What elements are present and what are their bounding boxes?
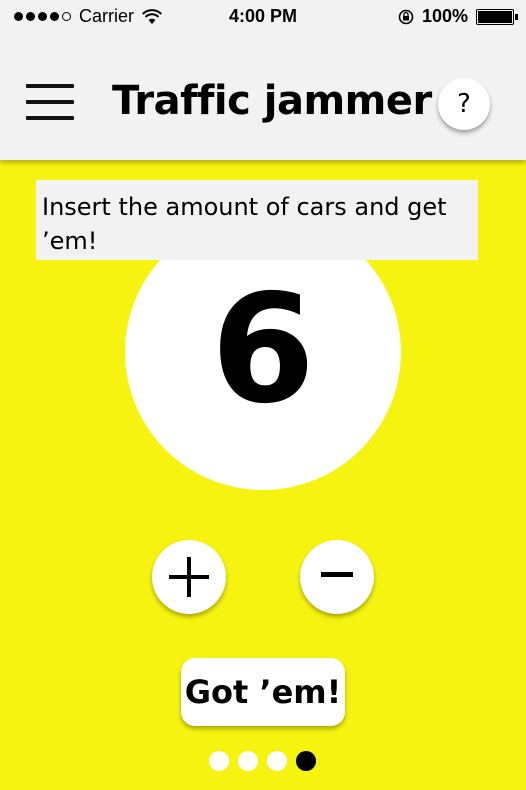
page-dot[interactable] <box>267 751 287 771</box>
page-dot[interactable] <box>238 751 258 771</box>
help-button[interactable]: ? <box>438 78 490 130</box>
decrement-button[interactable] <box>300 540 374 614</box>
page-dot[interactable] <box>209 751 229 771</box>
rotation-lock-icon <box>398 9 414 24</box>
page-indicator <box>209 751 316 771</box>
car-count-value: 6 <box>210 263 316 437</box>
hamburger-menu-icon[interactable] <box>26 84 74 120</box>
page-title: Traffic jammer <box>112 78 432 124</box>
got-em-button[interactable]: Got ’em! <box>181 658 345 726</box>
minus-icon <box>321 571 353 577</box>
status-bar: Carrier 4:00 PM 100% <box>0 0 526 38</box>
page-dot[interactable] <box>296 751 316 771</box>
increment-button[interactable] <box>152 540 226 614</box>
battery-percent: 100% <box>421 6 468 26</box>
instruction-text: Insert the amount of cars and get ’em! <box>36 180 478 260</box>
battery-icon <box>476 8 518 25</box>
plus-icon <box>169 557 209 597</box>
status-right: 100% <box>398 6 518 27</box>
